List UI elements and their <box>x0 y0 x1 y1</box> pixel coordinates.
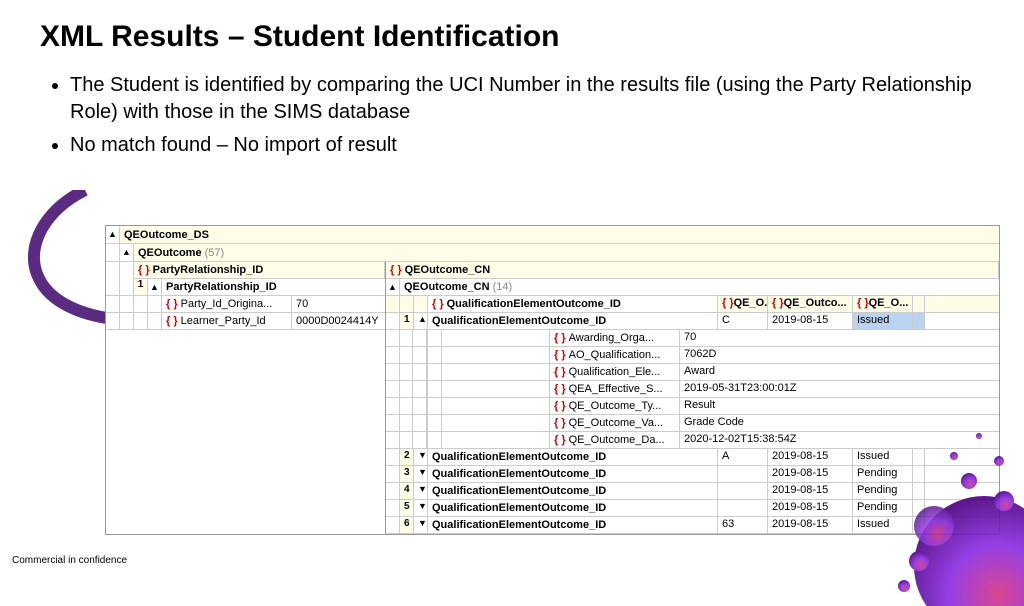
toggle-icon[interactable]: ▲ <box>414 313 428 329</box>
page-title: XML Results – Student Identification <box>40 20 984 54</box>
node-qeoutcome[interactable]: QEOutcome (57) <box>134 244 999 261</box>
xml-value: 7062D <box>680 347 820 363</box>
xml-field[interactable]: { }Party_Id_Origina... <box>162 296 292 312</box>
group-partyrel[interactable]: PartyRelationship_ID <box>162 279 385 295</box>
th-qeo-1[interactable]: { }QE_O... <box>718 296 768 312</box>
row-name[interactable]: QualificationElementOutcome_ID <box>428 534 718 535</box>
xml-field[interactable]: { }Qualification_Ele... <box>550 364 680 380</box>
table-row[interactable]: 3▼QualificationElementOutcome_ID2019-08-… <box>386 466 999 483</box>
bullet-1: The Student is identified by comparing t… <box>70 72 984 126</box>
xml-value: 2020-12-02T15:38:54Z <box>680 432 820 448</box>
xml-value: 0000D0024414Y <box>292 313 385 329</box>
toggle-icon[interactable]: ▼ <box>414 534 428 535</box>
table-row[interactable]: 4▼QualificationElementOutcome_ID2019-08-… <box>386 483 999 500</box>
toggle-icon[interactable]: ▼ <box>414 449 428 465</box>
bullet-2: No match found – No import of result <box>70 132 984 159</box>
xml-value: Award <box>680 364 820 380</box>
th-qeo-2[interactable]: { }QE_Outco... <box>768 296 853 312</box>
xml-value: 70 <box>292 296 385 312</box>
group-qeoutcome-cn[interactable]: QEOutcome_CN (14) <box>400 279 999 295</box>
th-qeo-id[interactable]: { }QualificationElementOutcome_ID <box>428 296 718 312</box>
xml-field[interactable]: { }AO_Qualification... <box>550 347 680 363</box>
node-qeoutcome-ds[interactable]: QEOutcome_DS <box>120 226 999 243</box>
toggle-icon[interactable]: ▲ <box>148 279 162 295</box>
row-name[interactable]: QualificationElementOutcome_ID <box>428 466 718 482</box>
xml-value: Result <box>680 398 820 414</box>
row-name[interactable]: QualificationElementOutcome_ID <box>428 449 718 465</box>
sub-field-row: { }Awarding_Orga...70 <box>386 330 999 347</box>
toggle-icon[interactable]: ▼ <box>414 483 428 499</box>
bullet-list: The Student is identified by comparing t… <box>40 72 984 159</box>
th-qeo-3[interactable]: { }QE_O... <box>853 296 913 312</box>
table-row[interactable]: 1▲QualificationElementOutcome_IDC2019-08… <box>386 313 999 330</box>
sub-field-row: { }AO_Qualification...7062D <box>386 347 999 364</box>
row-name[interactable]: QualificationElementOutcome_ID <box>428 483 718 499</box>
table-row[interactable]: 5▼QualificationElementOutcome_ID2019-08-… <box>386 500 999 517</box>
sub-field-row: { }Qualification_Ele...Award <box>386 364 999 381</box>
toggle-icon[interactable]: ▲ <box>386 279 400 295</box>
sub-field-row: { }QE_Outcome_Va...Grade Code <box>386 415 999 432</box>
toggle-icon[interactable]: ▲ <box>106 226 120 243</box>
toggle-icon[interactable]: ▲ <box>120 244 134 261</box>
sub-field-row: { }QE_Outcome_Ty...Result <box>386 398 999 415</box>
col-header-qeoutcome-cn[interactable]: { }QEOutcome_CN <box>386 262 999 279</box>
row-name[interactable]: QualificationElementOutcome_ID <box>428 500 718 516</box>
sub-field-row: { }QEA_Effective_S...2019-05-31T23:00:01… <box>386 381 999 398</box>
table-row[interactable]: 7▼QualificationElementOutcome_ID602019-0… <box>386 534 999 535</box>
xml-tree-panel: ▲ QEOutcome_DS ▲ QEOutcome (57) { }Party… <box>105 225 1000 535</box>
xml-field[interactable]: { }Awarding_Orga... <box>550 330 680 346</box>
table-row[interactable]: 2▼QualificationElementOutcome_IDA2019-08… <box>386 449 999 466</box>
col-header-partyrel[interactable]: { }PartyRelationship_ID <box>134 262 385 279</box>
xml-field[interactable]: { }QEA_Effective_S... <box>550 381 680 397</box>
table-row[interactable]: 6▼QualificationElementOutcome_ID632019-0… <box>386 517 999 534</box>
row-name[interactable]: QualificationElementOutcome_ID <box>428 517 718 533</box>
toggle-icon[interactable]: ▼ <box>414 466 428 482</box>
row-name[interactable]: QualificationElementOutcome_ID <box>428 313 718 329</box>
toggle-icon[interactable]: ▼ <box>414 517 428 533</box>
xml-value: Grade Code <box>680 415 820 431</box>
footer-confidential: Commercial in confidence <box>12 555 127 566</box>
xml-value: 2019-05-31T23:00:01Z <box>680 381 820 397</box>
xml-field[interactable]: { }QE_Outcome_Da... <box>550 432 680 448</box>
sub-field-row: { }QE_Outcome_Da...2020-12-02T15:38:54Z <box>386 432 999 449</box>
xml-field[interactable]: { }Learner_Party_Id <box>162 313 292 329</box>
xml-value: 70 <box>680 330 820 346</box>
toggle-icon[interactable]: ▼ <box>414 500 428 516</box>
xml-field[interactable]: { }QE_Outcome_Ty... <box>550 398 680 414</box>
xml-field[interactable]: { }QE_Outcome_Va... <box>550 415 680 431</box>
